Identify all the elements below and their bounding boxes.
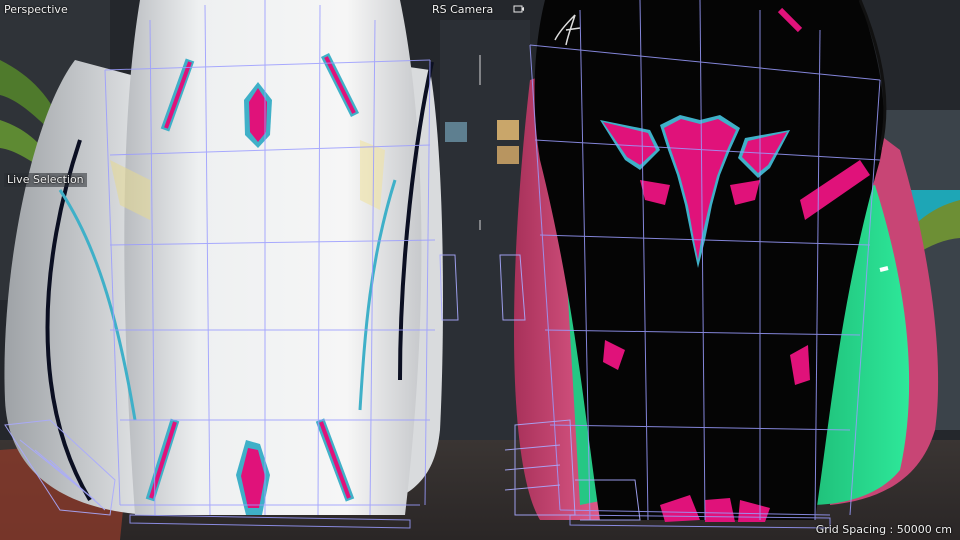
camera-lock-icon[interactable] <box>513 4 525 14</box>
background-window-1 <box>445 122 467 142</box>
camera-name-label[interactable]: RS Camera <box>432 3 493 17</box>
grid-spacing-label: Grid Spacing : 50000 cm <box>815 523 952 536</box>
black-chair-magenta-bottom-2 <box>705 498 735 522</box>
active-tool-label: Live Selection <box>4 173 87 187</box>
background-window-3 <box>497 146 519 164</box>
view-name-label[interactable]: Perspective <box>4 3 68 17</box>
scene-render[interactable] <box>0 0 960 540</box>
black-chair-edge-stripe <box>879 266 889 272</box>
background-window-2 <box>497 120 519 140</box>
3d-viewport[interactable]: Perspective RS Camera Live Selection Gri… <box>0 0 960 540</box>
